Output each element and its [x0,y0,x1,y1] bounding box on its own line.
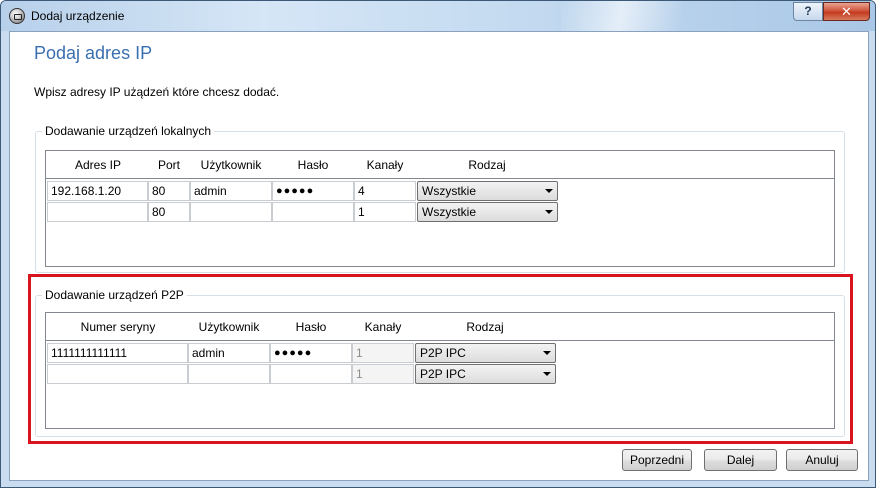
intro-text: Wpisz adresy IP użądzeń które chcesz dod… [34,85,280,99]
local-devices-group: Dodawanie urządzeń lokalnych Adres IP Po… [35,124,845,273]
type-dropdown-value: Wszystkie [422,205,476,219]
window-title: Dodaj urządzenie [31,9,125,23]
next-button[interactable]: Dalej [704,449,777,471]
ip-field[interactable]: 192.168.1.20 [47,181,148,201]
grid-header: Adres IP Port Użytkownik Hasło Kanały Ro… [46,151,834,179]
col-header-channels: Kanały [366,158,404,172]
local-devices-legend: Dodawanie urządzeń lokalnych [42,124,215,138]
port-field[interactable]: 80 [148,202,190,222]
app-icon [9,8,25,24]
col-header-ip: Adres IP [74,158,122,172]
chevron-down-icon [545,210,553,214]
add-device-window: Dodaj urządzenie ? ✕ Podaj adres IP Wpis… [0,0,876,488]
help-button[interactable]: ? [793,2,823,21]
col-header-port: Port [157,158,180,172]
channels-field[interactable]: 4 [354,181,416,201]
password-field[interactable] [272,202,354,222]
password-field[interactable]: ●●●●● [272,181,354,201]
local-devices-grid: Adres IP Port Użytkownik Hasło Kanały Ro… [45,150,835,267]
type-dropdown-value: Wszystkie [422,184,476,198]
ip-field[interactable] [47,202,148,222]
cancel-button[interactable]: Anuluj [786,449,858,471]
port-field[interactable]: 80 [148,181,190,201]
title-bar[interactable]: Dodaj urządzenie ? ✕ [1,1,875,31]
chevron-down-icon [545,189,553,193]
user-field[interactable]: admin [190,181,272,201]
type-dropdown[interactable]: Wszystkie [417,181,558,201]
channels-field[interactable]: 1 [354,202,416,222]
col-header-password: Hasło [297,158,329,172]
col-header-user: Użytkownik [200,158,262,172]
col-header-type: Rodzaj [468,158,506,172]
highlight-box [28,274,853,444]
page-title: Podaj adres IP [34,43,153,63]
back-button[interactable]: Poprzedni [622,449,692,471]
type-dropdown[interactable]: Wszystkie [417,202,558,222]
user-field[interactable] [190,202,272,222]
close-button[interactable]: ✕ [823,2,870,21]
